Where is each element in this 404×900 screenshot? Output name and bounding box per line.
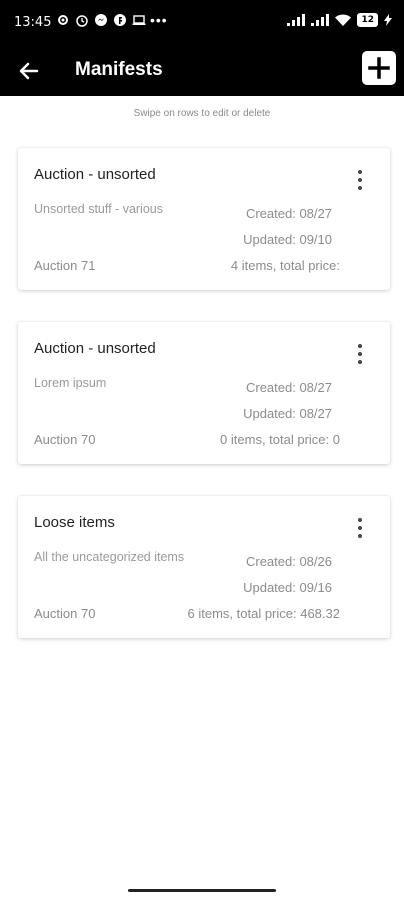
manifest-updated: Updated: 09/10 (243, 232, 332, 247)
manifest-created: Created: 08/26 (245, 554, 332, 569)
status-time: 13:45 (14, 15, 52, 30)
manifest-card[interactable]: Auction - unsorted Unsorted stuff - vari… (18, 148, 390, 290)
charging-icon (384, 14, 392, 26)
arrow-left-icon (19, 62, 39, 80)
signal-icon (287, 14, 306, 26)
manifest-updated: Updated: 09/16 (243, 580, 332, 595)
manifest-created: Created: 08/27 (245, 380, 332, 395)
more-options-icon[interactable] (354, 518, 366, 538)
more-options-icon[interactable] (354, 344, 366, 364)
manifest-created: Created: 08/27 (245, 206, 332, 221)
f-app-icon (114, 14, 126, 26)
battery-icon: 12 (357, 13, 378, 27)
home-indicator[interactable] (128, 889, 276, 892)
more-options-icon[interactable] (354, 170, 366, 190)
more-notifications-icon: ••• (150, 12, 168, 28)
manifest-updated: Updated: 08/27 (243, 406, 332, 421)
add-manifest-button[interactable] (362, 51, 396, 85)
manifest-card[interactable]: Auction - unsorted Lorem ipsum Created: … (18, 322, 390, 464)
page-title: Manifests (75, 59, 163, 80)
app-bar: Manifests (0, 46, 404, 96)
plus-icon (368, 57, 390, 79)
manifest-title: Auction - unsorted (34, 340, 156, 357)
alarm-icon (76, 15, 88, 27)
wifi-icon (335, 14, 352, 26)
manifest-auction: Auction 71 (34, 258, 96, 273)
back-button[interactable] (14, 56, 44, 86)
status-bar: 13:45 ••• 12 (0, 0, 404, 46)
manifest-summary: 6 items, total price: 468.32 (187, 606, 340, 621)
manifest-description: Unsorted stuff - various (34, 202, 163, 216)
system-icons: 12 (287, 13, 392, 27)
manifest-summary: 0 items, total price: 0 (220, 432, 340, 447)
manifest-summary: 4 items, total price: (230, 258, 340, 273)
laptop-icon (132, 15, 146, 25)
manifest-description: All the uncategorized items (34, 550, 185, 564)
manifest-title: Auction - unsorted (34, 166, 156, 183)
manifest-auction: Auction 70 (34, 432, 96, 447)
gear-icon (58, 15, 68, 25)
manifest-title: Loose items (34, 514, 115, 531)
notification-icons (56, 13, 146, 27)
swipe-hint: Swipe on rows to edit or delete (133, 108, 271, 119)
manifest-auction: Auction 70 (34, 606, 96, 621)
signal-2-icon (311, 14, 330, 26)
manifest-description: Lorem ipsum (34, 376, 107, 390)
messenger-icon (95, 14, 107, 26)
manifest-card[interactable]: Loose items All the uncategorized items … (18, 496, 390, 638)
